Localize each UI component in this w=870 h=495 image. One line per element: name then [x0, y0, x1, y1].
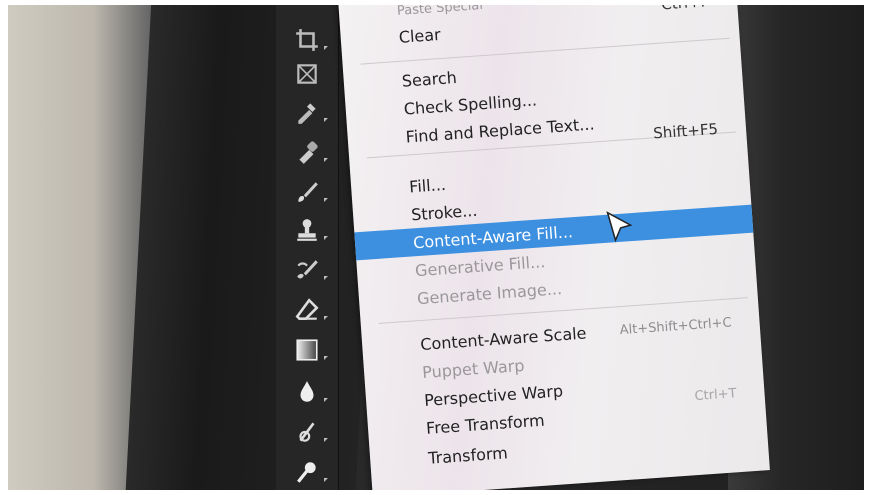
clone-stamp-tool[interactable]	[276, 213, 338, 247]
menu-item-label: Search	[401, 67, 458, 91]
menu-item-label: Transform	[427, 442, 509, 468]
eraser-icon	[295, 298, 319, 320]
blur-icon	[300, 381, 314, 402]
shortcut-label: Ctrl+T	[694, 386, 738, 405]
crop-tool[interactable]	[276, 23, 338, 57]
frame-tool[interactable]	[276, 57, 338, 91]
menu-item-label: Generate Image...	[416, 278, 563, 308]
frame-icon	[297, 64, 317, 84]
tools-panel	[276, 5, 339, 490]
menu-item-label: Stroke...	[410, 200, 478, 224]
clone-stamp-icon	[297, 219, 317, 241]
photo-scene: Paste Special Clear Ctrl+F Search Check …	[8, 5, 864, 490]
eraser-tool[interactable]	[276, 293, 338, 327]
dodge-icon	[299, 422, 315, 442]
crop-icon	[296, 29, 318, 51]
brush-icon	[298, 182, 318, 202]
healing-brush-icon	[299, 141, 318, 164]
healing-brush-tool[interactable]	[276, 135, 338, 169]
eyedropper-icon	[298, 103, 316, 124]
shortcut-label: Shift+F5	[652, 119, 719, 143]
menu-item-label: Puppet Warp	[421, 355, 525, 382]
menu-item-label: Free Transform	[425, 410, 546, 438]
history-brush-icon	[297, 260, 318, 279]
menu-item-label: Fill...	[408, 174, 447, 196]
edit-menu: Paste Special Clear Ctrl+F Search Check …	[338, 5, 770, 490]
dodge-tool[interactable]	[276, 415, 338, 449]
brush-tool[interactable]	[276, 175, 338, 209]
pen-tool[interactable]	[276, 455, 338, 489]
gradient-tool[interactable]	[276, 333, 338, 367]
shortcut-label: Alt+Shift+Ctrl+C	[619, 314, 733, 338]
mouse-pointer-icon	[606, 211, 633, 243]
shortcut-label: Ctrl+F	[661, 5, 710, 13]
gradient-icon	[296, 339, 318, 361]
blur-tool[interactable]	[276, 375, 338, 409]
pen-icon	[297, 462, 316, 483]
history-brush-tool[interactable]	[276, 253, 338, 287]
eyedropper-tool[interactable]	[276, 95, 338, 129]
